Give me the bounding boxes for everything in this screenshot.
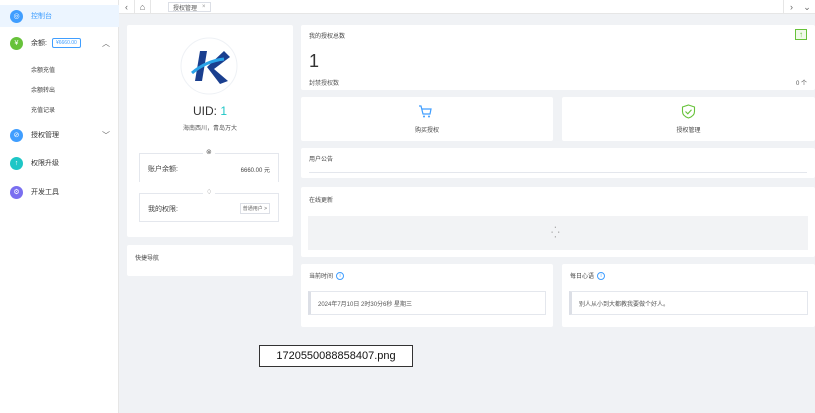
upgrade-icon: ↑ (10, 156, 23, 170)
auth-count-value: 1 (309, 51, 320, 71)
notice-title: 用户公告 (309, 157, 334, 163)
divider (309, 172, 807, 173)
sidebar-subitem-recharge-records[interactable]: 充值记录 (31, 105, 55, 114)
sidebar-item-dashboard[interactable]: ◎ 控制台 (0, 5, 119, 27)
tab-bar: ‹ ⌂ 授权管理 × › ⌄ (119, 0, 815, 14)
auth-count-card: 我的授权总数 ↑ 1 封禁授权数 0 个 (301, 25, 815, 90)
sidebar-item-label: 授权管理 (31, 132, 59, 139)
account-balance-value: 6660.00 元 (240, 168, 270, 174)
quick-nav-card: 快捷导航 (127, 245, 293, 276)
tools-icon: ⚙ (10, 185, 23, 199)
shield-check-icon (681, 104, 696, 124)
update-log-title: 在线更新 (309, 198, 334, 204)
chevron-right-icon[interactable]: › (783, 0, 799, 14)
filename-label: 1720550088858407.png (259, 345, 413, 367)
permission-label: 我的权限: (148, 206, 178, 213)
balance-row: 账户余额: 6660.00 元 (139, 154, 279, 182)
current-time-value: 2024年7月10日 2时30分6秒 星期三 (308, 291, 546, 315)
chevron-up-icon: ︿ (102, 38, 110, 48)
sidebar-subitem-recharge[interactable]: 余额充值 (31, 65, 55, 74)
daily-quote-value: 别人从小到大都教我要做个好人。 (569, 291, 808, 315)
tab-auth-manage[interactable]: 授权管理 × (168, 2, 211, 12)
update-log-content: ⁛ (308, 216, 808, 250)
sidebar-item-label: 开发工具 (31, 189, 59, 196)
sidebar-item-label: 余额: (31, 40, 47, 47)
uid-value: 1 (220, 104, 228, 118)
sidebar-item-dev-tools[interactable]: ⚙ 开发工具 (0, 181, 119, 203)
chevron-down-icon: ﹀ (102, 130, 110, 140)
wallet-icon: ¥ (10, 36, 23, 50)
buy-auth-button[interactable]: 购买授权 (301, 97, 553, 141)
daily-quote-card: 每日心语 i 别人从小到大都教我要做个好人。 (562, 264, 815, 327)
sidebar: ◎ 控制台 ¥ 余额: ¥6660.00 ︿ 余额充值 余额转出 充值记录 ⊘ … (0, 0, 119, 413)
tab-label: 授权管理 (173, 5, 198, 12)
chevron-down-icon[interactable]: ⌄ (799, 0, 815, 14)
quick-nav-title: 快捷导航 (135, 256, 160, 262)
permission-row: 我的权限: 普通用户 > (139, 194, 279, 222)
uid-label: UID: (192, 104, 217, 118)
sidebar-item-label: 控制台 (31, 13, 52, 20)
update-log-card: 在线更新 ⁛ (301, 187, 815, 257)
manage-auth-label: 授权管理 (676, 128, 701, 134)
user-location: 海南西川，青岛万大 (182, 126, 237, 132)
current-time-card: 当前时间 i 2024年7月10日 2时30分6秒 星期三 (301, 264, 553, 327)
banned-auth-value: 0 个 (795, 81, 807, 87)
info-icon: i (597, 271, 606, 280)
loading-spinner-icon: ⁛ (551, 227, 560, 239)
current-time-label: 当前时间 (309, 274, 334, 280)
auth-count-title: 我的授权总数 (309, 34, 346, 40)
sidebar-item-balance[interactable]: ¥ 余额: ¥6660.00 ︿ (0, 32, 119, 54)
arrow-up-icon[interactable]: ↑ (795, 29, 807, 40)
info-icon: i (336, 271, 345, 280)
cart-icon (418, 105, 432, 120)
notice-card: 用户公告 (301, 148, 815, 178)
manage-auth-button[interactable]: 授权管理 (562, 97, 815, 141)
dashboard-icon: ◎ (10, 9, 23, 23)
close-icon[interactable]: × (202, 4, 206, 10)
auth-icon: ⊘ (10, 128, 23, 142)
daily-quote-label: 每日心语 (570, 274, 595, 280)
permission-level-button[interactable]: 普通用户 > (239, 203, 270, 214)
sidebar-item-auth-manage[interactable]: ⊘ 授权管理 ﹀ (0, 124, 119, 146)
chevron-left-icon[interactable]: ‹ (119, 0, 135, 14)
sidebar-item-auth-upgrade[interactable]: ↑ 权限升级 (0, 152, 119, 174)
profile-card: UID: 1 海南西川，青岛万大 ⊗ 账户余额: 6660.00 元 ♢ 我的权… (127, 25, 293, 237)
daily-quote-title: 每日心语 i (570, 271, 606, 280)
account-balance-label: 账户余额: (148, 166, 178, 173)
buy-auth-label: 购买授权 (414, 128, 439, 134)
current-time-title: 当前时间 i (309, 271, 345, 280)
sidebar-subitem-transfer[interactable]: 余额转出 (31, 85, 55, 94)
balance-badge: ¥6660.00 (51, 38, 81, 48)
sidebar-item-label: 权限升级 (31, 160, 59, 167)
uid-display: UID: 1 (127, 104, 293, 118)
banned-auth-label: 封禁授权数 (309, 81, 340, 87)
logo (180, 37, 238, 95)
home-icon[interactable]: ⌂ (135, 0, 151, 14)
